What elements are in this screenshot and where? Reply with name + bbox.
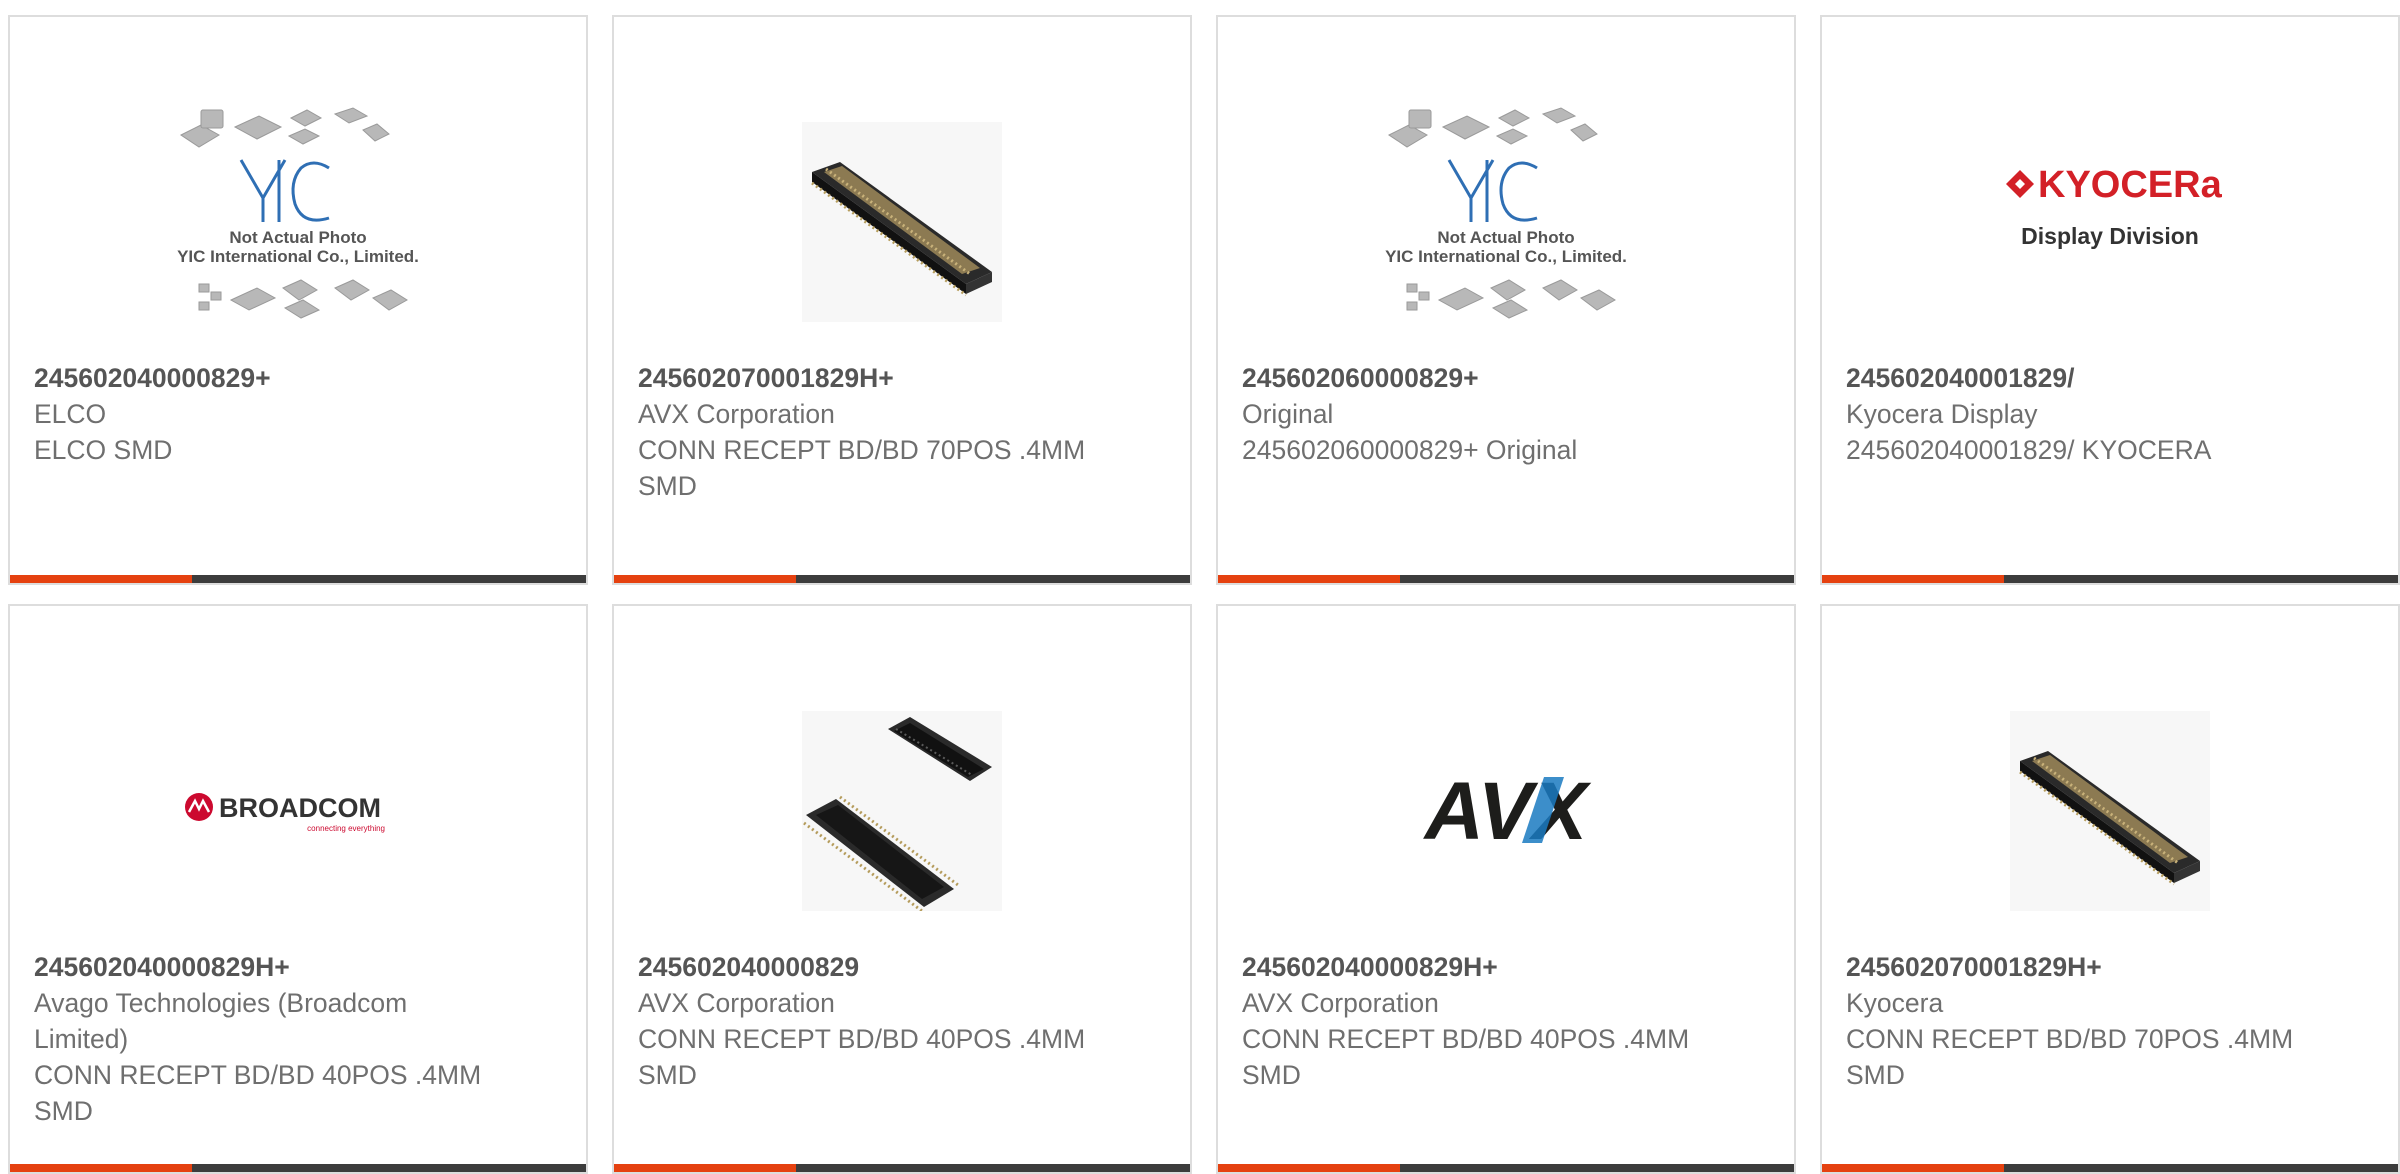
description: CONN RECEPT BD/BD 40POS .4MM SMD [34,1060,482,1126]
card-bottom-bar [1218,1164,1794,1172]
not-actual-photo-image: Not Actual Photo YIC International Co., … [177,107,419,319]
product-image[interactable] [1822,676,2398,946]
broadcom-tagline: connecting everything [307,824,385,833]
product-info: 245602070001829H+ Kyocera CONN RECEPT BD… [1846,949,2374,1093]
not-actual-photo-line2: YIC International Co., Limited. [177,247,419,266]
card-bottom-bar [1218,575,1794,583]
manufacturer: AVX Corporation [1242,988,1439,1018]
product-card[interactable]: Not Actual Photo YIC International Co., … [8,15,588,585]
card-bar-accent [1822,1164,2004,1172]
avx-logo-image: AVX [1423,771,1592,851]
product-card[interactable]: 245602070001829H+ AVX Corporation CONN R… [612,15,1192,585]
description: 245602060000829+ Original [1242,435,1578,465]
manufacturer: Kyocera Display [1846,399,2038,429]
card-bar-accent [614,1164,796,1172]
product-card[interactable]: BROADCOM connecting everything 245602040… [8,604,588,1174]
card-bar-accent [1822,575,2004,583]
connector-image [2010,711,2210,911]
not-actual-photo-image: Not Actual Photo YIC International Co., … [1385,107,1627,319]
product-info: 245602040001829/ Kyocera Display 2456020… [1846,360,2374,468]
card-bottom-bar [1822,1164,2398,1172]
display-division-label: Display Division [2021,223,2199,249]
not-actual-photo-line1: Not Actual Photo [1437,228,1574,247]
manufacturer: Avago Technologies (Broadcom Limited) [34,988,408,1054]
broadcom-logo: BROADCOM [219,793,381,823]
part-number[interactable]: 245602040000829 [638,949,1166,985]
product-grid: Not Actual Photo YIC International Co., … [8,15,2400,1174]
connector-pair-image [802,711,1002,911]
card-bottom-bar [614,1164,1190,1172]
card-bar-accent [10,575,192,583]
product-card[interactable]: 245602040000829 AVX Corporation CONN REC… [612,604,1192,1174]
card-bottom-bar [10,1164,586,1172]
not-actual-photo-line1: Not Actual Photo [229,228,366,247]
kyocera-logo: KYOCERa [2038,164,2223,206]
product-card[interactable]: KYOCERa Display Division 245602040001829… [1820,15,2400,585]
description: CONN RECEPT BD/BD 70POS .4MM SMD [638,435,1086,501]
product-card[interactable]: 245602070001829H+ Kyocera CONN RECEPT BD… [1820,604,2400,1174]
product-info: 245602040000829 AVX Corporation CONN REC… [638,949,1166,1093]
card-bar-accent [1218,1164,1400,1172]
part-number[interactable]: 245602070001829H+ [638,360,1166,396]
product-image[interactable]: Not Actual Photo YIC International Co., … [10,87,586,357]
part-number[interactable]: 245602040000829+ [34,360,562,396]
manufacturer: AVX Corporation [638,988,835,1018]
product-image[interactable]: KYOCERa Display Division [1822,87,2398,357]
product-image[interactable]: AVX [1218,676,1794,946]
description: CONN RECEPT BD/BD 40POS .4MM SMD [638,1024,1086,1090]
manufacturer: AVX Corporation [638,399,835,429]
card-bar-accent [614,575,796,583]
product-info: 245602070001829H+ AVX Corporation CONN R… [638,360,1166,504]
manufacturer: ELCO [34,399,107,429]
card-bar-accent [1218,575,1400,583]
product-image[interactable]: BROADCOM connecting everything [10,676,586,946]
description: CONN RECEPT BD/BD 70POS .4MM SMD [1846,1024,2294,1090]
description: ELCO SMD [34,435,173,465]
connector-image [802,122,1002,322]
description: 245602040001829/ KYOCERA [1846,435,2212,465]
part-number[interactable]: 245602060000829+ [1242,360,1770,396]
product-image[interactable] [614,676,1190,946]
manufacturer: Kyocera [1846,988,1944,1018]
product-info: 245602040000829+ ELCO ELCO SMD [34,360,562,468]
part-number[interactable]: 245602040000829H+ [34,949,562,985]
product-info: 245602040000829H+ AVX Corporation CONN R… [1242,949,1770,1093]
part-number[interactable]: 245602040000829H+ [1242,949,1770,985]
broadcom-logo-image: BROADCOM connecting everything [185,793,385,833]
card-bottom-bar [10,575,586,583]
product-info: 245602040000829H+ Avago Technologies (Br… [34,949,562,1129]
product-info: 245602060000829+ Original 24560206000082… [1242,360,1770,468]
not-actual-photo-line2: YIC International Co., Limited. [1385,247,1627,266]
kyocera-logo-image: KYOCERa Display Division [2006,164,2223,249]
avx-logo: AVX [1423,771,1592,851]
part-number[interactable]: 245602040001829/ [1846,360,2374,396]
product-image[interactable]: Not Actual Photo YIC International Co., … [1218,87,1794,357]
product-image[interactable] [614,87,1190,357]
product-card[interactable]: Not Actual Photo YIC International Co., … [1216,15,1796,585]
card-bottom-bar [614,575,1190,583]
product-card[interactable]: AVX 245602040000829H+ AVX Corporation CO… [1216,604,1796,1174]
manufacturer: Original [1242,399,1334,429]
card-bottom-bar [1822,575,2398,583]
card-bar-accent [10,1164,192,1172]
description: CONN RECEPT BD/BD 40POS .4MM SMD [1242,1024,1690,1090]
part-number[interactable]: 245602070001829H+ [1846,949,2374,985]
